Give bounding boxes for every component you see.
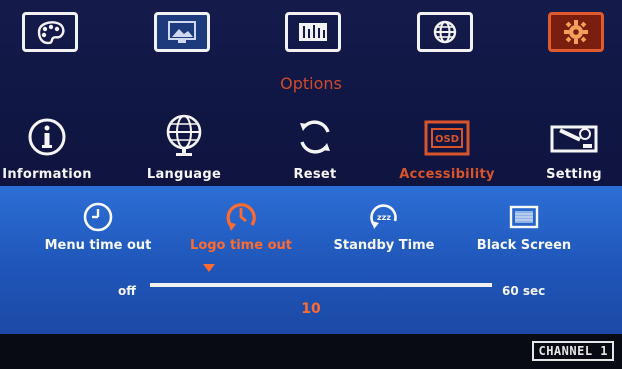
gear-icon[interactable] [548, 12, 604, 52]
osd-icon: OSD [424, 120, 470, 156]
sub-option-standby-time[interactable]: zzz Standby Time [319, 200, 449, 253]
clock-icon [83, 202, 113, 232]
color-palette-icon[interactable] [22, 12, 78, 52]
setting-icon [550, 125, 598, 153]
slider-min-label: off [118, 284, 136, 298]
reset-icon [300, 120, 330, 154]
info-icon [28, 118, 66, 156]
menu-title: Options [280, 74, 342, 93]
slider-fill [150, 283, 209, 287]
sub-option-label: Standby Time [333, 238, 435, 253]
option-label: Information [2, 167, 92, 182]
slider-max-label: 60 sec [502, 284, 546, 298]
slider-value: 10 [301, 301, 321, 317]
svg-text:OSD: OSD [435, 134, 459, 145]
option-accessibility[interactable]: OSD Accessibility [397, 117, 497, 182]
monitor-icon [509, 205, 539, 229]
option-information[interactable]: Information [0, 117, 97, 182]
sub-option-label: Black Screen [476, 238, 572, 253]
osd-screen: Options Information Language Reset OSD A… [0, 0, 622, 369]
option-label: Accessibility [399, 167, 495, 182]
globe-icon [166, 114, 202, 156]
option-setting[interactable]: Setting [524, 117, 622, 182]
timer-icon [226, 203, 256, 231]
channel-badge: CHANNEL 1 [532, 341, 614, 361]
option-reset[interactable]: Reset [265, 117, 365, 182]
svg-text:zzz: zzz [377, 213, 391, 222]
option-label: Setting [546, 167, 602, 182]
globe-icon[interactable] [417, 12, 473, 52]
sub-option-menu-time-out[interactable]: Menu time out [33, 200, 163, 253]
sleep-icon: zzz [370, 204, 397, 229]
sub-option-label: Logo time out [190, 238, 292, 253]
selection-pointer [203, 264, 215, 272]
adjustment-icon[interactable] [285, 12, 341, 52]
option-language[interactable]: Language [134, 114, 234, 182]
sub-option-black-screen[interactable]: Black Screen [459, 200, 589, 253]
sub-option-label: Menu time out [44, 238, 152, 253]
option-label: Language [146, 167, 222, 182]
status-bar [0, 334, 622, 369]
image-icon[interactable] [154, 12, 210, 52]
sub-options-panel: Menu time out Logo time out zzz Standby … [0, 186, 622, 334]
sub-option-logo-time-out[interactable]: Logo time out [176, 200, 306, 253]
option-label: Reset [293, 167, 337, 182]
time-slider[interactable] [150, 283, 492, 287]
